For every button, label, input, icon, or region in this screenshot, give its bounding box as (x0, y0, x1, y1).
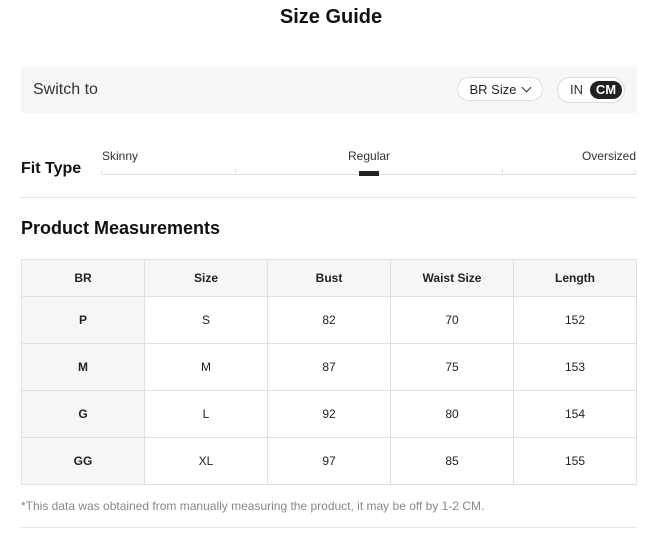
table-cell: 85 (390, 437, 514, 485)
chevron-down-icon (522, 82, 532, 92)
table-row: M M 87 75 153 (21, 343, 637, 391)
table-cell: 82 (267, 296, 391, 344)
table-cell: P (21, 296, 145, 344)
table-cell: GG (21, 437, 145, 485)
column-header: Bust (267, 259, 391, 297)
table-row: GG XL 97 85 155 (21, 437, 637, 485)
size-system-select[interactable]: BR Size (457, 77, 543, 101)
table-cell: 97 (267, 437, 391, 485)
table-cell: 70 (390, 296, 514, 344)
table-cell: 75 (390, 343, 514, 391)
table-cell: L (144, 390, 268, 438)
table-cell: XL (144, 437, 268, 485)
column-header: Length (513, 259, 637, 297)
unit-switch-bar: Switch to BR Size IN CM (21, 67, 637, 113)
page-title: Size Guide (279, 6, 383, 28)
table-row: P S 82 70 152 (21, 296, 637, 344)
column-header: BR (21, 259, 145, 297)
measurements-title: Product Measurements (21, 218, 221, 238)
size-system-value: BR Size (469, 81, 517, 97)
column-header: Waist Size (390, 259, 514, 297)
table-cell: G (21, 390, 145, 438)
table-cell: M (144, 343, 268, 391)
measurement-note: *This data was obtained from manually me… (21, 499, 485, 513)
table-cell: 80 (390, 390, 514, 438)
divider (21, 197, 637, 198)
table-cell: 87 (267, 343, 391, 391)
table-cell: 153 (513, 343, 637, 391)
fit-option-skinny: Skinny (102, 149, 139, 163)
table-cell: S (144, 296, 268, 344)
table-cell: 155 (513, 437, 637, 485)
divider (21, 527, 637, 528)
column-header: Size (144, 259, 268, 297)
table-cell: M (21, 343, 145, 391)
table-header-row: BR Size Bust Waist Size Length (21, 259, 637, 297)
table-cell: 154 (513, 390, 637, 438)
measurements-table: BR Size Bust Waist Size Length P S 82 70… (21, 259, 637, 485)
fit-scale-tick (502, 169, 503, 173)
unit-option-cm[interactable]: CM (590, 81, 622, 99)
table-cell: 92 (267, 390, 391, 438)
fit-option-oversized: Oversized (581, 149, 636, 163)
fit-scale-tick (235, 169, 236, 173)
switch-label: Switch to (33, 81, 98, 98)
fit-option-regular: Regular (348, 149, 391, 163)
fit-type-label: Fit Type (21, 160, 82, 177)
fit-selected-marker (359, 171, 379, 176)
unit-option-in[interactable]: IN (563, 81, 590, 99)
table-cell: 152 (513, 296, 637, 344)
unit-toggle: IN CM (557, 77, 625, 103)
table-row: G L 92 80 154 (21, 390, 637, 438)
